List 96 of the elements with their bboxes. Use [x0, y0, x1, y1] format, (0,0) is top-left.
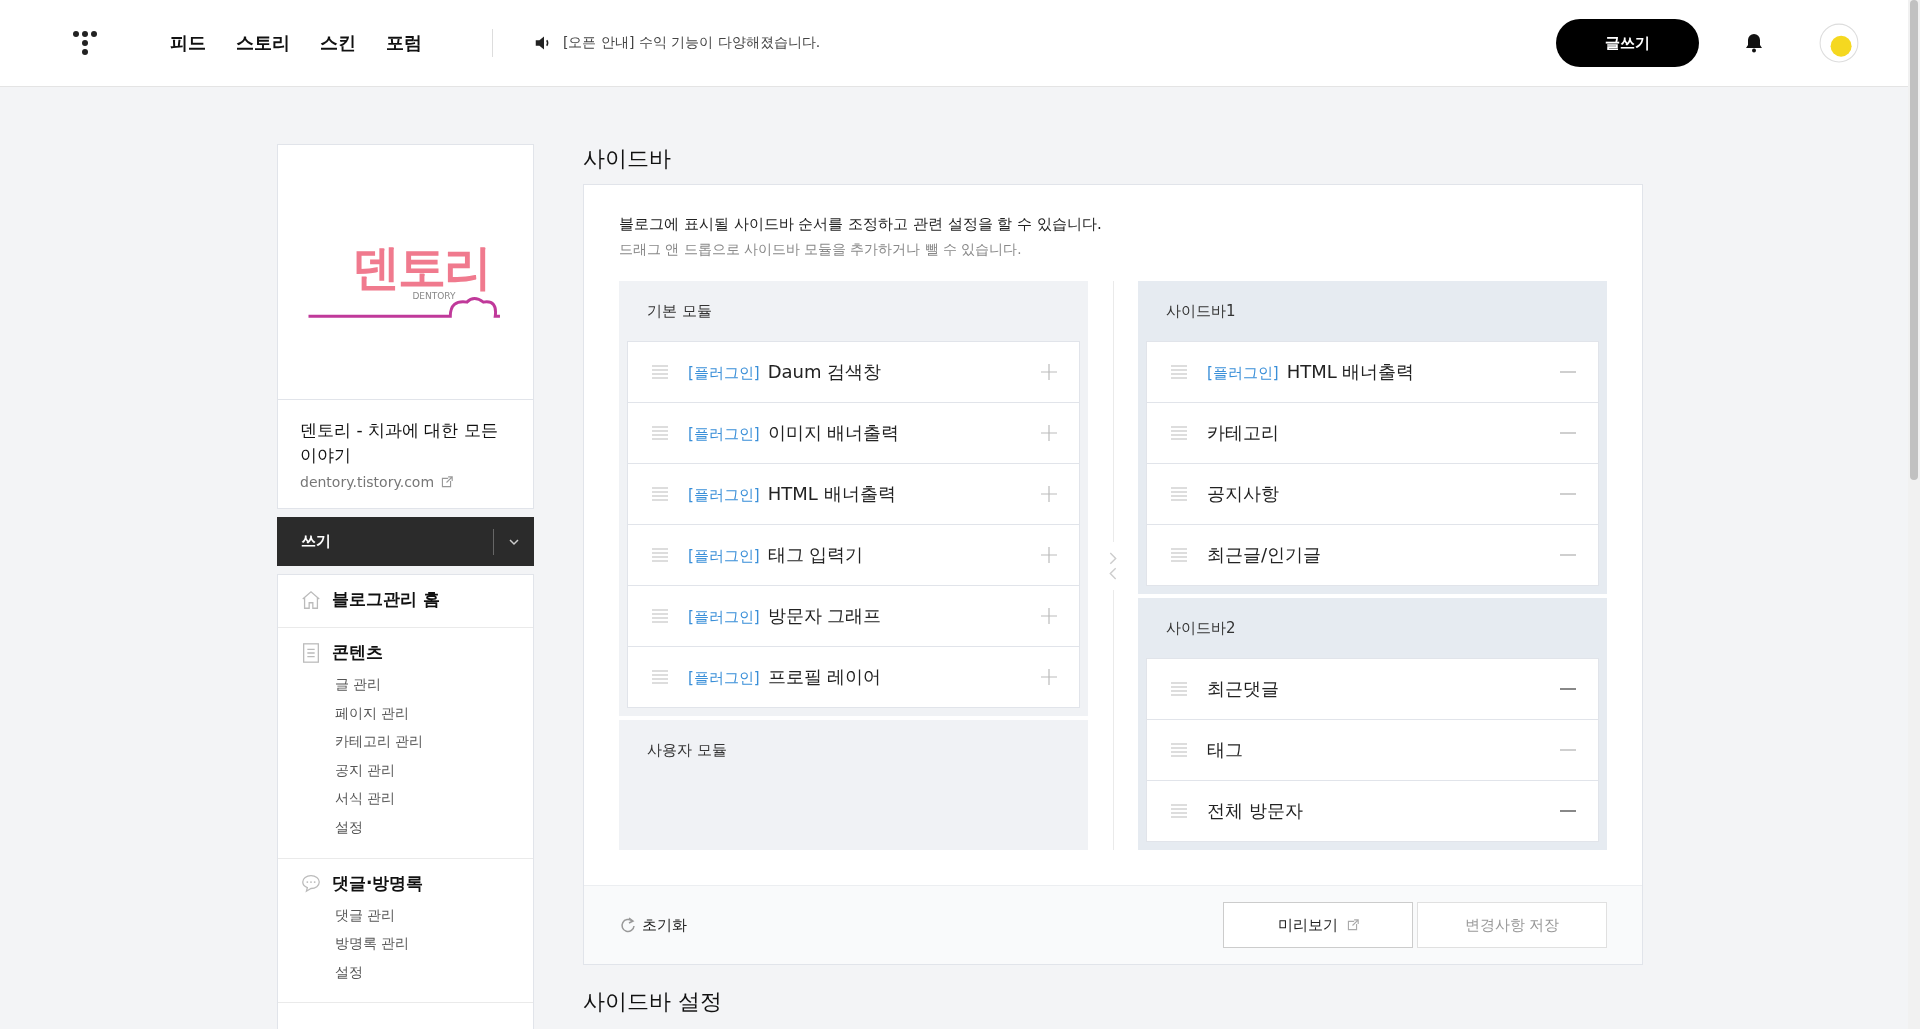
external-link-icon[interactable] — [440, 475, 454, 489]
menu-item[interactable]: 댓글·방명록 — [332, 871, 424, 895]
description-text: 블로그에 표시될 사이드바 순서를 조정하고 관련 설정을 할 수 있습니다. — [619, 215, 1103, 234]
scrollbar[interactable] — [1908, 0, 1920, 1029]
module-name: HTML 배너출력 — [767, 482, 896, 506]
drag-handle-icon[interactable] — [652, 548, 668, 562]
plugin-label: [플러그인] — [688, 547, 760, 566]
blog-logo[interactable]: 덴토리 DENTORY — [305, 223, 506, 321]
write-bar[interactable]: 쓰기 — [277, 517, 534, 566]
blog-url[interactable]: dentory.tistory.com — [300, 474, 435, 490]
module-name: 프로필 레이어 — [767, 665, 882, 689]
module-row[interactable]: 카테고리 — [1145, 402, 1599, 464]
home-icon — [300, 588, 322, 611]
submenu-item[interactable]: 설정 — [335, 957, 363, 987]
write-label[interactable]: 쓰기 — [301, 532, 493, 551]
plugin-label: [플러그인] — [688, 669, 760, 688]
module-name: HTML 배너출력 — [1286, 360, 1415, 384]
logo-icon[interactable] — [72, 30, 98, 56]
blog-title[interactable]: 덴토리 - 치과에 대한 모든 이야기 — [300, 418, 511, 468]
add-icon[interactable] — [1041, 425, 1058, 441]
menu-item[interactable]: 블로그관리 홈 — [332, 588, 440, 611]
submenu-item[interactable]: 설정 — [335, 812, 363, 842]
page-title: 사이드바 — [583, 145, 672, 172]
nav-link[interactable]: 포럼 — [386, 31, 422, 55]
module-name: 태그 입력기 — [767, 543, 864, 567]
plugin-label: [플러그인] — [688, 486, 760, 505]
submenu-item[interactable]: 카테고리 관리 — [335, 727, 424, 756]
module-name: 공지사항 — [1206, 482, 1279, 506]
module-name: Daum 검색창 — [767, 360, 882, 384]
external-link-icon — [1345, 918, 1359, 932]
module-name: 방문자 그래프 — [767, 604, 882, 628]
module-name: 전체 방문자 — [1206, 799, 1303, 823]
submenu-item[interactable]: 서식 관리 — [335, 784, 396, 813]
module-name: 최근댓글 — [1206, 677, 1279, 701]
module-name: 태그 — [1206, 738, 1243, 762]
module-row[interactable]: [플러그인] 태그 입력기 — [627, 524, 1081, 586]
module-name: 이미지 배너출력 — [767, 421, 900, 445]
module-row[interactable]: [플러그인] 이미지 배너출력 — [627, 402, 1081, 464]
plugin-label: [플러그인] — [688, 608, 760, 627]
drag-handle-icon[interactable] — [1170, 548, 1187, 562]
drag-handle-icon[interactable] — [1170, 804, 1187, 818]
module-row[interactable]: [플러그인] 프로필 레이어 — [627, 646, 1081, 708]
add-icon[interactable] — [1041, 608, 1058, 624]
group-title: 사이드바1 — [1164, 301, 1237, 322]
module-row[interactable]: [플러그인] HTML 배너출력 — [627, 463, 1081, 525]
comment-icon — [300, 872, 322, 895]
move-arrows-icon — [1108, 551, 1118, 580]
drag-handle-icon[interactable] — [652, 426, 668, 440]
module-row[interactable]: [플러그인] Daum 검색창 — [627, 341, 1081, 403]
write-button[interactable]: 글쓰기 — [1556, 19, 1699, 67]
module-row[interactable]: 최근글/인기글 — [1145, 524, 1599, 586]
submenu-item[interactable]: 공지 관리 — [335, 755, 396, 785]
add-icon[interactable] — [1041, 547, 1058, 563]
submenu-item[interactable]: 페이지 관리 — [335, 698, 410, 728]
hint-text: 드래그 앤 드롭으로 사이드바 모듈을 추가하거나 뺄 수 있습니다. — [619, 241, 1023, 259]
module-row[interactable]: 전체 방문자 — [1145, 780, 1599, 842]
group-title: 사용자 모듈 — [646, 740, 728, 761]
plugin-label: [플러그인] — [1206, 364, 1279, 383]
document-icon — [300, 641, 322, 664]
preview-button[interactable]: 미리보기 — [1223, 902, 1413, 948]
add-icon[interactable] — [1041, 669, 1058, 685]
plugin-label: [플러그인] — [688, 364, 760, 383]
nav-link[interactable]: 피드 — [170, 31, 206, 55]
group-title: 사이드바2 — [1164, 618, 1237, 639]
module-row[interactable]: [플러그인] HTML 배너출력 — [1145, 341, 1599, 403]
submenu-item[interactable]: 글 관리 — [335, 670, 382, 699]
reset-button[interactable]: 초기화 — [619, 915, 687, 935]
submenu-item[interactable]: 댓글 관리 — [335, 900, 396, 930]
module-row[interactable]: 공지사항 — [1145, 463, 1599, 525]
drag-handle-icon[interactable] — [1170, 365, 1187, 379]
drag-handle-icon[interactable] — [652, 487, 668, 501]
drag-handle-icon[interactable] — [1170, 487, 1187, 501]
drag-handle-icon[interactable] — [652, 670, 668, 684]
menu-item[interactable]: 콘텐츠 — [332, 641, 383, 664]
notice-link[interactable]: [오픈 안내] 수익 기능이 다양해졌습니다. — [563, 34, 821, 52]
drag-handle-icon[interactable] — [1170, 426, 1187, 440]
plugin-label: [플러그인] — [688, 425, 760, 444]
module-row[interactable]: 태그 — [1145, 719, 1599, 781]
drag-handle-icon[interactable] — [1170, 743, 1187, 757]
nav-link[interactable]: 스킨 — [320, 31, 356, 55]
nav-link[interactable]: 스토리 — [236, 31, 290, 55]
avatar-icon[interactable] — [1818, 22, 1860, 64]
submenu-item[interactable]: 방명록 관리 — [335, 929, 410, 958]
group-title: 기본 모듈 — [646, 301, 713, 322]
module-row[interactable]: 최근댓글 — [1145, 658, 1599, 720]
add-icon[interactable] — [1041, 486, 1058, 502]
scroll-thumb[interactable] — [1910, 0, 1918, 480]
module-row[interactable]: [플러그인] 방문자 그래프 — [627, 585, 1081, 647]
drag-handle-icon[interactable] — [1170, 682, 1187, 696]
drag-handle-icon[interactable] — [652, 365, 668, 379]
section-title: 사이드바 설정 — [583, 988, 723, 1015]
drag-handle-icon[interactable] — [652, 609, 668, 623]
refresh-icon — [619, 917, 637, 933]
module-name: 카테고리 — [1206, 421, 1279, 445]
module-name: 최근글/인기글 — [1206, 543, 1322, 567]
add-icon[interactable] — [1041, 364, 1058, 380]
